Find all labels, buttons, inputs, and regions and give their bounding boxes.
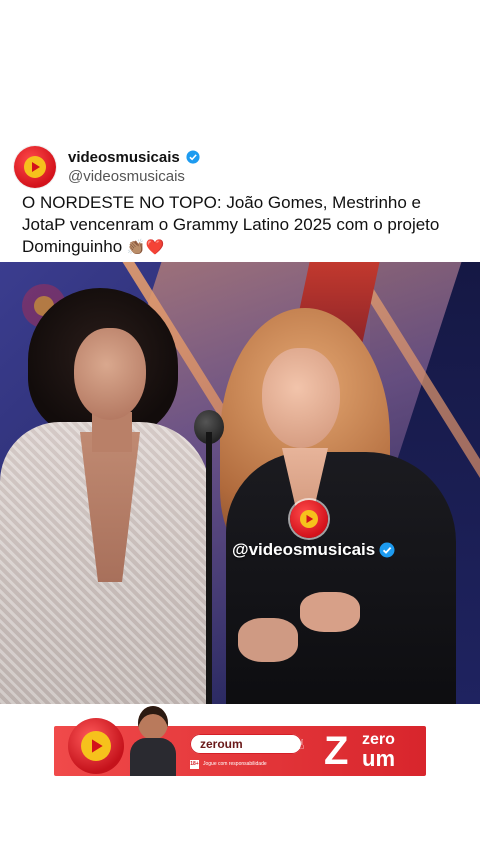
presenter-right-suit — [226, 452, 456, 704]
post-caption: O NORDESTE NO TOPO: João Gomes, Mestrinh… — [22, 192, 452, 259]
display-name[interactable]: videosmusicais — [68, 149, 180, 166]
ad-brand-letter: Z — [324, 729, 349, 773]
ad-person-image — [126, 706, 180, 776]
presenter-left-face — [74, 328, 146, 420]
play-logo-icon — [24, 156, 46, 178]
verified-badge-icon — [186, 150, 200, 164]
ad-search-pill: zeroum — [190, 734, 302, 754]
ad-disclaimer: 18+ Jogue com responsabilidade — [190, 758, 310, 770]
overlay-handle: @videosmusicais — [232, 540, 395, 560]
ad-disclaimer-text: Jogue com responsabilidade — [203, 761, 267, 767]
microphone-stand — [206, 432, 212, 704]
ad-search-text: zeroum — [200, 737, 243, 751]
presenter-right-other-hand — [238, 618, 298, 662]
post-video[interactable]: @videosmusicais — [0, 262, 480, 704]
ad-brand-um: um — [362, 746, 395, 771]
account-handle[interactable]: @videosmusicais — [68, 168, 200, 185]
ad-play-logo-icon — [68, 718, 124, 774]
pointer-hand-icon: ☝ — [296, 736, 305, 752]
caption-emojis: 👏🏽❤️ — [126, 239, 165, 256]
account-names: videosmusicais @videosmusicais — [68, 148, 200, 185]
sponsor-ad-banner[interactable]: zeroum ☝ 18+ Jogue com responsabilidade … — [54, 706, 426, 776]
video-overlay-tag: @videosmusicais — [232, 500, 452, 570]
verified-badge-icon — [379, 542, 395, 558]
age-rating-badge: 18+ — [190, 759, 199, 769]
caption-text: O NORDESTE NO TOPO: João Gomes, Mestrinh… — [22, 193, 440, 256]
presenter-right-face — [262, 348, 340, 448]
overlay-handle-text: @videosmusicais — [232, 540, 376, 559]
play-logo-icon — [290, 500, 328, 538]
presenter-right-hand — [300, 592, 360, 632]
post-header: videosmusicais @videosmusicais — [14, 146, 464, 192]
channel-avatar[interactable] — [14, 146, 56, 188]
ad-brand-logo: Z zero um — [324, 730, 420, 772]
